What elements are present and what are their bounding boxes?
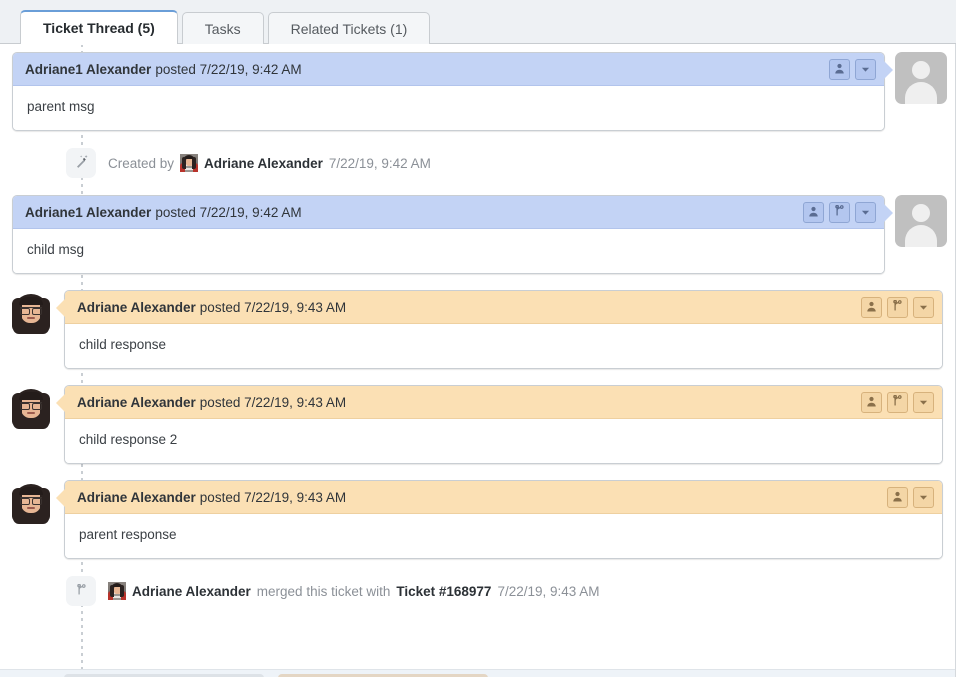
event-row: Created by Adriane Alexander 7/22/19, 9:42… (0, 139, 955, 187)
thread-list: Adriane1 Alexander posted 7/22/19, 9:42 A… (0, 44, 955, 615)
message-body: parent response (65, 514, 942, 558)
message-item: Adriane1 Alexander posted 7/22/19, 9:42 A… (0, 187, 955, 282)
person-icon (834, 62, 845, 77)
message-timestamp: posted 7/22/19, 9:42 AM (155, 205, 301, 220)
message-item: Adriane Alexander posted 7/22/19, 9:43 AM… (0, 472, 955, 567)
message-header: Adriane Alexander posted 7/22/19, 9:43 AM (65, 386, 942, 419)
event-action-text: merged this ticket with (257, 584, 391, 599)
event-target-ticket-link[interactable]: Ticket #168977 (396, 584, 491, 599)
tab-bar: Ticket Thread (5)TasksRelated Tickets (1… (0, 0, 956, 44)
event-avatar[interactable] (180, 154, 198, 172)
chevron-down-icon (919, 490, 928, 505)
message-timestamp: posted 7/22/19, 9:43 AM (200, 395, 346, 410)
avatar-photo (108, 582, 126, 600)
event-actor: Adriane Alexander (204, 156, 323, 171)
event-created-icon (66, 148, 96, 178)
chevron-down-icon (861, 205, 870, 220)
message-item: Adriane Alexander posted 7/22/19, 9:43 AM… (0, 282, 955, 377)
message-header: Adriane Alexander posted 7/22/19, 9:43 AM (65, 481, 942, 514)
magic-wand-icon (74, 154, 89, 172)
message-pointer (56, 299, 65, 317)
message-timestamp: posted 7/22/19, 9:42 AM (155, 62, 301, 77)
message-merge-button[interactable] (887, 297, 908, 318)
message-body: child response (65, 324, 942, 368)
person-icon (808, 205, 819, 220)
message-author: Adriane Alexander (77, 395, 196, 410)
message-actions (861, 392, 934, 413)
event-row: Adriane Alexander merged this ticket with… (0, 567, 955, 615)
message-assign-button[interactable] (861, 392, 882, 413)
message-body: child response 2 (65, 419, 942, 463)
message-header: Adriane1 Alexander posted 7/22/19, 9:42 A… (13, 196, 884, 229)
message-author: Adriane1 Alexander (25, 62, 151, 77)
message-actions (803, 202, 876, 223)
message-assign-button[interactable] (861, 297, 882, 318)
event-prefix: Created by (108, 156, 174, 171)
thread-panel: Adriane1 Alexander posted 7/22/19, 9:42 A… (0, 44, 956, 677)
merge-icon (76, 584, 87, 599)
chevron-down-icon (919, 395, 928, 410)
person-icon (892, 490, 903, 505)
message-card: Adriane Alexander posted 7/22/19, 9:43 AM… (64, 480, 943, 559)
message-merge-button[interactable] (887, 392, 908, 413)
message-menu-button[interactable] (913, 392, 934, 413)
message-actions (829, 59, 876, 80)
event-timestamp: 7/22/19, 9:43 AM (497, 584, 599, 599)
message-author: Adriane Alexander (77, 490, 196, 505)
chevron-down-icon (919, 300, 928, 315)
message-item: Adriane Alexander posted 7/22/19, 9:43 AM… (0, 377, 955, 472)
message-assign-button[interactable] (887, 487, 908, 508)
message-assign-button[interactable] (829, 59, 850, 80)
avatar-photo (180, 154, 198, 172)
event-text: Adriane Alexander merged this ticket with… (108, 582, 600, 600)
message-menu-button[interactable] (855, 202, 876, 223)
ticket-thread-page: Ticket Thread (5)TasksRelated Tickets (1… (0, 0, 956, 677)
person-icon (866, 300, 877, 315)
merge-icon (892, 300, 903, 315)
message-menu-button[interactable] (855, 59, 876, 80)
message-body: child msg (13, 229, 884, 273)
merge-icon (892, 395, 903, 410)
message-merge-button[interactable] (829, 202, 850, 223)
message-card: Adriane Alexander posted 7/22/19, 9:43 AM… (64, 385, 943, 464)
message-menu-button[interactable] (913, 487, 934, 508)
message-assign-button[interactable] (803, 202, 824, 223)
message-header: Adriane Alexander posted 7/22/19, 9:43 AM (65, 291, 942, 324)
message-timestamp: posted 7/22/19, 9:43 AM (200, 300, 346, 315)
next-item-peek (0, 669, 955, 677)
event-timestamp: 7/22/19, 9:42 AM (329, 156, 431, 171)
chevron-down-icon (861, 62, 870, 77)
avatar[interactable] (895, 195, 947, 247)
message-header: Adriane1 Alexander posted 7/22/19, 9:42 A… (13, 53, 884, 86)
merge-icon (834, 205, 845, 220)
event-text: Created by Adriane Alexander 7/22/19, 9:42… (108, 154, 431, 172)
avatar[interactable] (5, 290, 57, 342)
message-timestamp: posted 7/22/19, 9:43 AM (200, 490, 346, 505)
event-actor: Adriane Alexander (132, 584, 251, 599)
tab-tasks[interactable]: Tasks (182, 12, 264, 44)
message-item: Adriane1 Alexander posted 7/22/19, 9:42 A… (0, 44, 955, 139)
message-card: Adriane Alexander posted 7/22/19, 9:43 AM… (64, 290, 943, 369)
avatar[interactable] (895, 52, 947, 104)
tab-ticket-thread[interactable]: Ticket Thread (5) (20, 10, 178, 44)
message-author: Adriane1 Alexander (25, 205, 151, 220)
message-author: Adriane Alexander (77, 300, 196, 315)
message-actions (861, 297, 934, 318)
tab-related-tickets[interactable]: Related Tickets (1) (268, 12, 431, 44)
message-pointer (884, 61, 893, 79)
message-card: Adriane1 Alexander posted 7/22/19, 9:42 A… (12, 52, 885, 131)
message-actions (887, 487, 934, 508)
event-avatar[interactable] (108, 582, 126, 600)
avatar[interactable] (5, 480, 57, 532)
avatar[interactable] (5, 385, 57, 437)
message-body: parent msg (13, 86, 884, 130)
message-pointer (56, 489, 65, 507)
message-pointer (56, 394, 65, 412)
message-pointer (884, 204, 893, 222)
event-merged-icon (66, 576, 96, 606)
message-card: Adriane1 Alexander posted 7/22/19, 9:42 A… (12, 195, 885, 274)
message-menu-button[interactable] (913, 297, 934, 318)
person-icon (866, 395, 877, 410)
